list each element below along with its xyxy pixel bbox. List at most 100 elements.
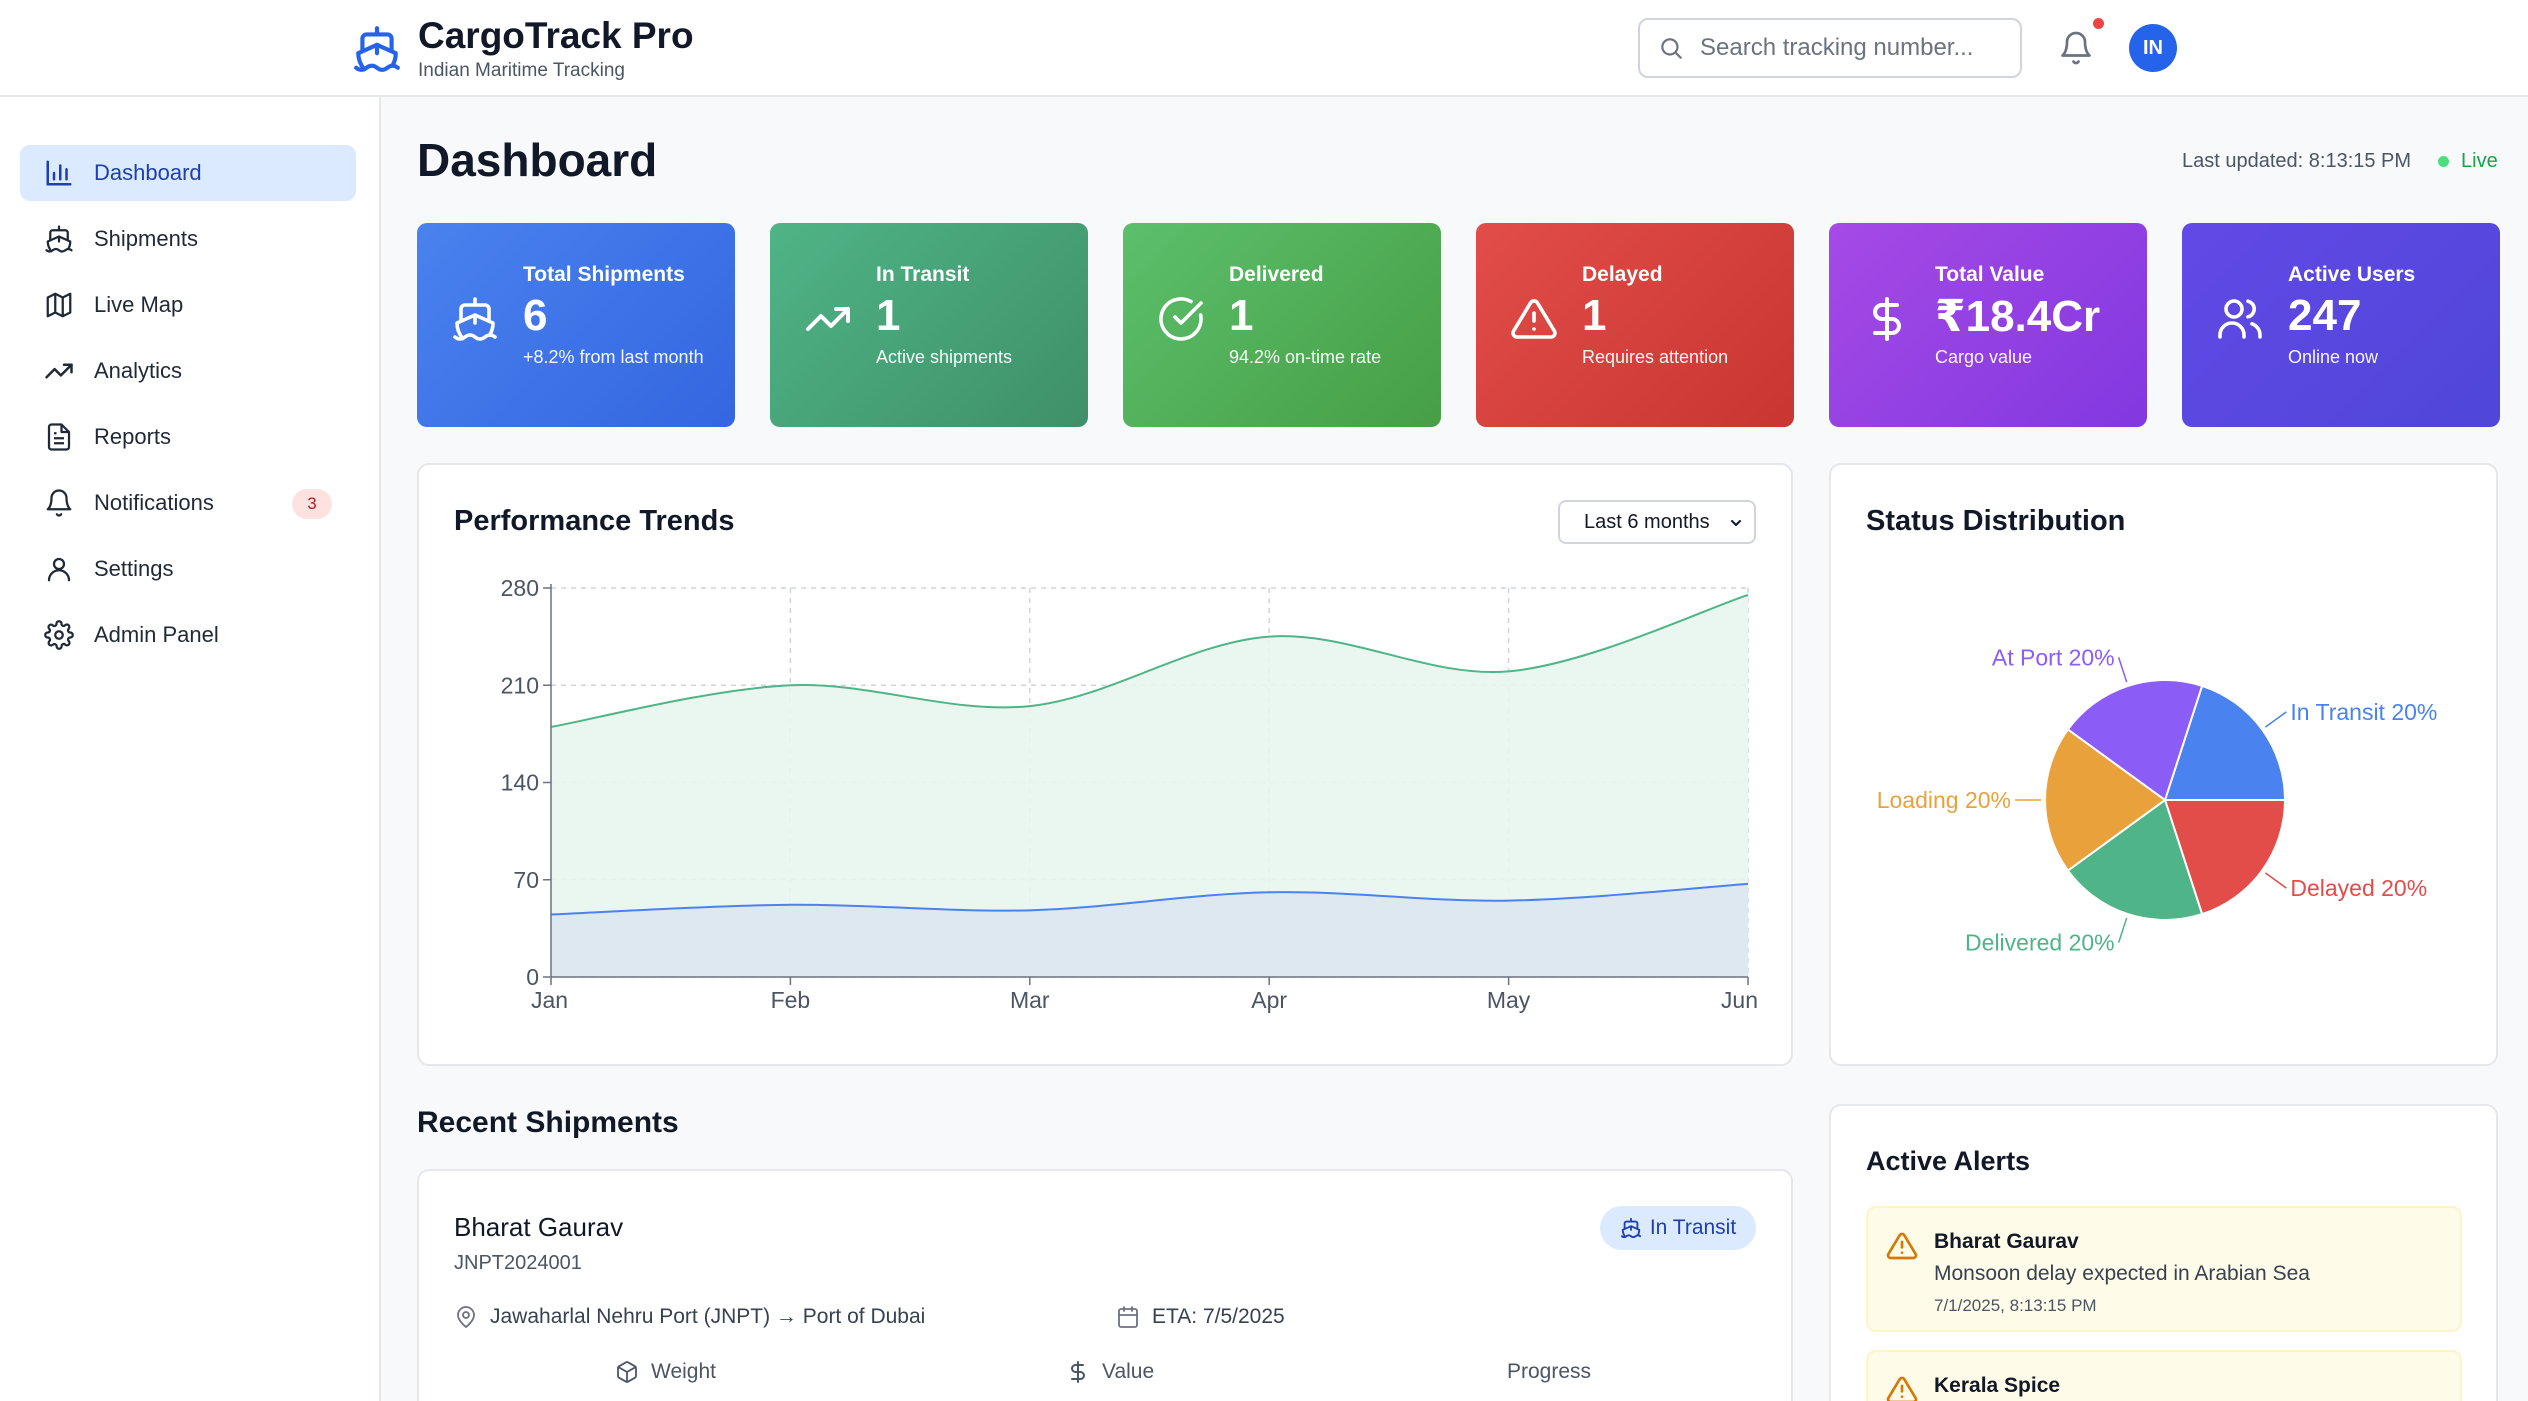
last-updated-text: Last updated: 8:13:15 PM [2182, 150, 2412, 172]
dollar-icon [1071, 1361, 1085, 1383]
stat-subtext: +8.2% from last month [523, 347, 704, 367]
stat-card-total-shipments[interactable]: Total Shipments 6 +8.2% from last month [417, 223, 735, 427]
x-tick-label: Apr [1251, 987, 1287, 1013]
pie-leader-line [2117, 657, 2128, 683]
sidebar-item-label: Shipments [94, 226, 198, 251]
status-distribution-title: Status Distribution [1866, 505, 2126, 537]
trending-up-icon [45, 363, 73, 379]
ship-icon [1620, 1217, 1641, 1239]
search-box[interactable] [1638, 18, 2022, 78]
stat-label: In Transit [876, 263, 970, 286]
stat-label: Total Shipments [523, 263, 685, 286]
y-tick-label: 280 [501, 575, 539, 601]
live-dot [2438, 156, 2449, 167]
notifications-bell-icon[interactable] [2058, 28, 2094, 68]
alert-item[interactable]: Bharat Gaurav Monsoon delay expected in … [1866, 1206, 2462, 1332]
value-column-header: Value [1066, 1360, 1154, 1384]
map-icon [46, 292, 72, 318]
stat-value: 1 [1229, 291, 1254, 340]
search-input[interactable] [1700, 34, 2000, 62]
calendar-icon [1118, 1306, 1138, 1328]
pie-leader-line [2117, 917, 2128, 943]
time-range-select[interactable]: Last 6 months [1558, 500, 1756, 544]
stat-value: 1 [1582, 291, 1607, 340]
pie-label: At Port 20% [1992, 644, 2115, 670]
ship-icon [453, 297, 497, 341]
performance-trends-title: Performance Trends [454, 505, 735, 537]
weight-label: Weight [651, 1360, 716, 1383]
stat-card-total-value[interactable]: Total Value ₹18.4Cr Cargo value [1829, 223, 2147, 427]
gear-icon [44, 620, 74, 650]
stat-card-delayed[interactable]: Delayed 1 Requires attention [1476, 223, 1794, 427]
stat-value: 6 [523, 291, 548, 340]
x-tick-label: May [1487, 987, 1531, 1013]
top-bar: CargoTrack Pro Indian Maritime Tracking … [0, 0, 2528, 97]
sidebar-item-settings[interactable]: Settings [20, 541, 356, 597]
ship-logo-icon [354, 26, 400, 72]
dollar-icon [1873, 297, 1901, 341]
bar-chart-icon [46, 160, 72, 186]
sidebar-item-label: Settings [94, 556, 174, 581]
sidebar-item-label: Notifications [94, 490, 214, 515]
sidebar: Dashboard Shipments Live Map Analytics R… [0, 97, 381, 1401]
app-title: CargoTrack Pro [418, 15, 694, 56]
progress-label: Progress [1507, 1360, 1592, 1383]
value-label: Value [1102, 1360, 1155, 1383]
stat-card-in-transit[interactable]: In Transit 1 Active shipments [770, 223, 1088, 427]
file-text-icon [47, 423, 71, 451]
status-pie-chart: In Transit 20% Delayed 20% Delivered 20% Lo… [1877, 644, 2438, 956]
bell-icon [46, 489, 72, 517]
sidebar-item-reports[interactable]: Reports [20, 409, 356, 465]
status-badge-label: In Transit [1649, 1216, 1737, 1239]
sidebar-item-analytics[interactable]: Analytics [20, 343, 356, 399]
pie-label: Delayed 20% [2290, 875, 2427, 901]
map-pin-icon [457, 1306, 475, 1329]
ship-icon [45, 225, 73, 253]
alert-triangle-icon [1886, 1376, 1918, 1401]
app-subtitle: Indian Maritime Tracking [418, 60, 625, 81]
active-alerts-title: Active Alerts [1866, 1146, 2031, 1176]
pie-leader-line [2264, 711, 2287, 728]
pie-label: In Transit 20% [2290, 699, 2437, 725]
stat-subtext: Cargo value [1935, 347, 2033, 367]
status-badge: In Transit [1600, 1206, 1756, 1250]
sidebar-item-live-map[interactable]: Live Map [20, 277, 356, 333]
search-icon [1661, 38, 1682, 59]
shipment-eta-text: ETA: 7/5/2025 [1152, 1305, 1285, 1328]
notification-count-badge: 3 [292, 489, 332, 519]
x-tick-label: Feb [771, 987, 811, 1013]
x-tick-label: Mar [1010, 987, 1050, 1013]
user-icon [47, 557, 71, 582]
shipment-route: Jawaharlal Nehru Port (JNPT) → Port of D… [454, 1305, 925, 1329]
stat-subtext: Requires attention [1582, 347, 1729, 367]
alert-triangle-icon [1886, 1232, 1918, 1260]
sidebar-item-shipments[interactable]: Shipments [20, 211, 356, 267]
alert-item[interactable]: Kerala Spice [1866, 1350, 2462, 1401]
x-tick-label: Jan [531, 987, 568, 1013]
notification-dot [2093, 18, 2104, 29]
pie-label: Delivered 20% [1965, 930, 2115, 956]
stat-card-delivered[interactable]: Delivered 1 94.2% on-time rate [1123, 223, 1441, 427]
progress-column-header: Progress [1507, 1360, 1591, 1384]
check-circle-icon [1159, 297, 1203, 341]
sidebar-item-label: Live Map [94, 292, 184, 317]
sidebar-item-label: Admin Panel [94, 622, 219, 647]
live-indicator: Live [2438, 150, 2498, 173]
brand[interactable]: CargoTrack Pro Indian Maritime Tracking [352, 16, 694, 82]
stat-label: Delivered [1229, 263, 1324, 286]
sidebar-item-notifications[interactable]: Notifications 3 [20, 475, 356, 531]
stat-value: 1 [876, 291, 901, 340]
sidebar-item-label: Reports [94, 424, 172, 449]
performance-area-chart: 070140210280Jan Feb Mar Apr May Jun [501, 575, 1758, 1013]
stat-label: Active Users [2288, 263, 2416, 286]
sidebar-item-admin-panel[interactable]: Admin Panel [20, 607, 356, 663]
alert-message: Monsoon delay expected in Arabian Sea [1934, 1262, 2310, 1285]
stat-card-active-users[interactable]: Active Users 247 Online now [2182, 223, 2500, 427]
shipment-id: JNPT2024001 [454, 1252, 582, 1274]
weight-column-header: Weight [615, 1360, 716, 1384]
page-title: Dashboard [417, 134, 658, 186]
stat-subtext: Online now [2288, 347, 2379, 367]
sidebar-item-dashboard[interactable]: Dashboard [20, 145, 356, 201]
avatar[interactable]: IN [2129, 24, 2177, 72]
x-tick-label: Jun [1721, 987, 1758, 1013]
